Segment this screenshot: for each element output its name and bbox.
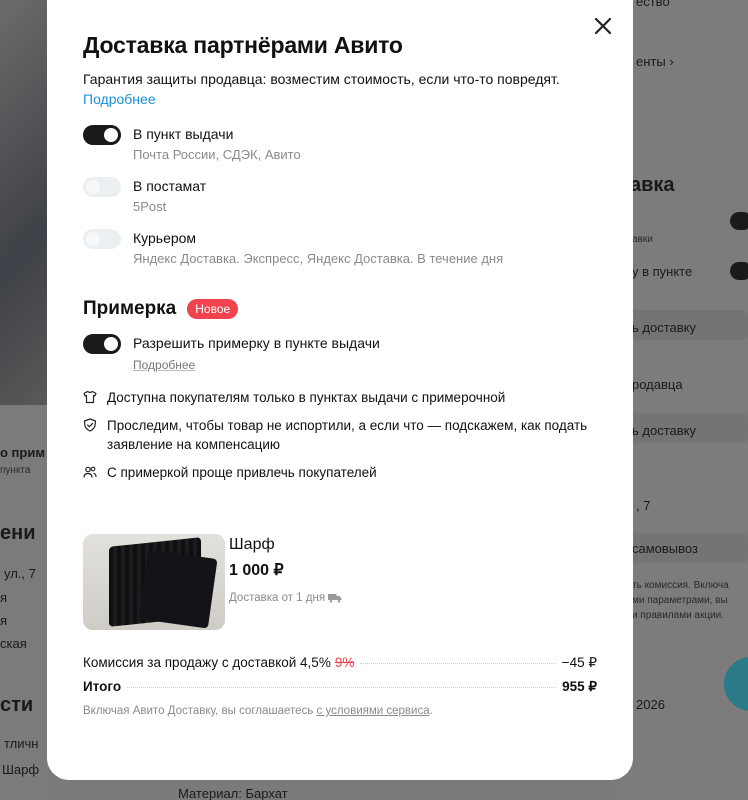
shield-check-icon xyxy=(83,418,97,432)
fitting-toggle-label: Разрешить примерку в пункте выдачи xyxy=(133,335,380,351)
benefit-text: С примеркой проще привлечь покупателей xyxy=(107,465,377,480)
commission-label: Комиссия за продажу с доставкой 4,5% xyxy=(83,655,331,670)
option-parcel-locker: В постамат 5Post xyxy=(83,177,597,214)
bg-text: о прим xyxy=(0,445,45,460)
bg-text: сти xyxy=(0,694,34,716)
bg-text: пункта xyxy=(0,465,31,476)
bg-text: ть комиссия. Включа xyxy=(632,580,729,591)
bg-text: ул., 7 xyxy=(4,566,36,581)
option-pickup-point: В пункт выдачи Почта России, СДЭК, Авито xyxy=(83,125,597,162)
benefit-text: Доступна покупателям только в пунктах вы… xyxy=(107,390,506,405)
bg-text: авки xyxy=(632,234,653,245)
option-title: Курьером xyxy=(133,230,197,246)
bg-text: Материал: Бархат xyxy=(178,786,288,800)
bg-text: ь доставку xyxy=(632,320,696,335)
product-price: 1 000 ₽ xyxy=(229,562,284,579)
bg-text: ь доставку xyxy=(632,423,696,438)
modal-title: Доставка партнёрами Авито xyxy=(83,32,403,58)
option-title: В постамат xyxy=(133,178,207,194)
bg-text: 2026 xyxy=(636,697,665,712)
bg-text: родавца xyxy=(632,377,683,392)
bg-text: тличн xyxy=(4,736,39,751)
close-button[interactable] xyxy=(591,14,615,38)
bg-text: и правилами акции. xyxy=(632,610,725,621)
total-value: 955 ₽ xyxy=(562,679,597,694)
bg-text: самовывоз xyxy=(632,541,698,556)
users-icon xyxy=(83,465,97,479)
benefit-text: Проследим, чтобы товар не испортили, а е… xyxy=(107,418,588,452)
subtitle-text: Гарантия защиты продавца: возместим стои… xyxy=(83,71,560,87)
bg-text: , 7 xyxy=(636,498,651,513)
bg-text: ми параметрами, вы xyxy=(632,595,728,606)
fitting-toggle[interactable] xyxy=(83,334,121,354)
terms-prefix: Включая Авито Доставку, вы соглашаетесь xyxy=(83,705,314,717)
delivery-modal: Доставка партнёрами Авито Гарантия защит… xyxy=(47,0,633,780)
total-row: Итого 955 ₽ xyxy=(83,679,597,695)
parcel-locker-toggle[interactable] xyxy=(83,177,121,197)
bg-text: ская xyxy=(0,636,27,651)
bg-text: Шарф xyxy=(2,762,40,777)
courier-toggle[interactable] xyxy=(83,229,121,249)
benefit-item: С примеркой проще привлечь покупателей xyxy=(83,463,597,482)
option-subtitle: 5Post xyxy=(133,199,167,214)
product-delivery: Доставка от 1 дня xyxy=(229,592,342,604)
delivery-text: Доставка от 1 дня xyxy=(229,592,326,604)
terms-notice: Включая Авито Доставку, вы соглашаетесь … xyxy=(83,705,597,717)
bg-text: авка xyxy=(630,174,675,196)
totals: Комиссия за продажу с доставкой 4,5% 9% … xyxy=(83,655,597,695)
fitting-more-link[interactable]: Подробнее xyxy=(133,358,195,372)
product-card: Шарф 1 000 ₽ Доставка от 1 дня xyxy=(83,534,597,630)
fitting-benefits: Доступна покупателям только в пунктах вы… xyxy=(83,388,597,482)
bg-text: у в пункте xyxy=(632,264,693,279)
bg-toggle xyxy=(730,212,748,230)
option-subtitle: Яндекс Доставка. Экспресс, Яндекс Достав… xyxy=(133,251,504,266)
terms-suffix: . xyxy=(429,705,433,717)
truck-icon xyxy=(328,594,342,603)
option-courier: Курьером Яндекс Доставка. Экспресс, Янде… xyxy=(83,229,597,266)
bg-text: я xyxy=(0,613,8,628)
bg-text: я xyxy=(0,590,8,605)
commission-old-rate: 9% xyxy=(334,655,355,670)
fitting-section-header: Примерка Новое xyxy=(83,298,597,320)
fitting-title: Примерка xyxy=(83,298,177,319)
commission-row: Комиссия за продажу с доставкой 4,5% 9% … xyxy=(83,655,597,671)
terms-link[interactable]: с условиями сервиса xyxy=(317,705,430,717)
pickup-point-toggle[interactable] xyxy=(83,125,121,145)
more-link[interactable]: Подробнее xyxy=(83,91,156,107)
bg-text: ени xyxy=(0,522,36,544)
new-badge: Новое xyxy=(187,299,239,319)
bg-toggle xyxy=(730,262,748,280)
fitting-option: Разрешить примерку в пункте выдачи Подро… xyxy=(83,334,597,374)
product-image xyxy=(83,534,225,630)
benefit-item: Доступна покупателям только в пунктах вы… xyxy=(83,388,597,407)
benefit-item: Проследим, чтобы товар не испортили, а е… xyxy=(83,416,597,454)
option-subtitle: Почта России, СДЭК, Авито xyxy=(133,147,301,162)
bg-text: енты › xyxy=(636,54,674,69)
product-name: Шарф xyxy=(229,536,275,553)
bg-text: ество xyxy=(636,0,670,9)
commission-value: −45 ₽ xyxy=(561,655,597,670)
shirt-icon xyxy=(83,390,97,404)
close-icon xyxy=(594,17,612,35)
delivery-options: В пункт выдачи Почта России, СДЭК, Авито… xyxy=(83,125,597,266)
option-title: В пункт выдачи xyxy=(133,126,234,142)
total-label: Итого xyxy=(83,679,122,694)
background-product-photo xyxy=(0,0,52,405)
modal-subtitle: Гарантия защиты продавца: возместим стои… xyxy=(83,69,597,109)
